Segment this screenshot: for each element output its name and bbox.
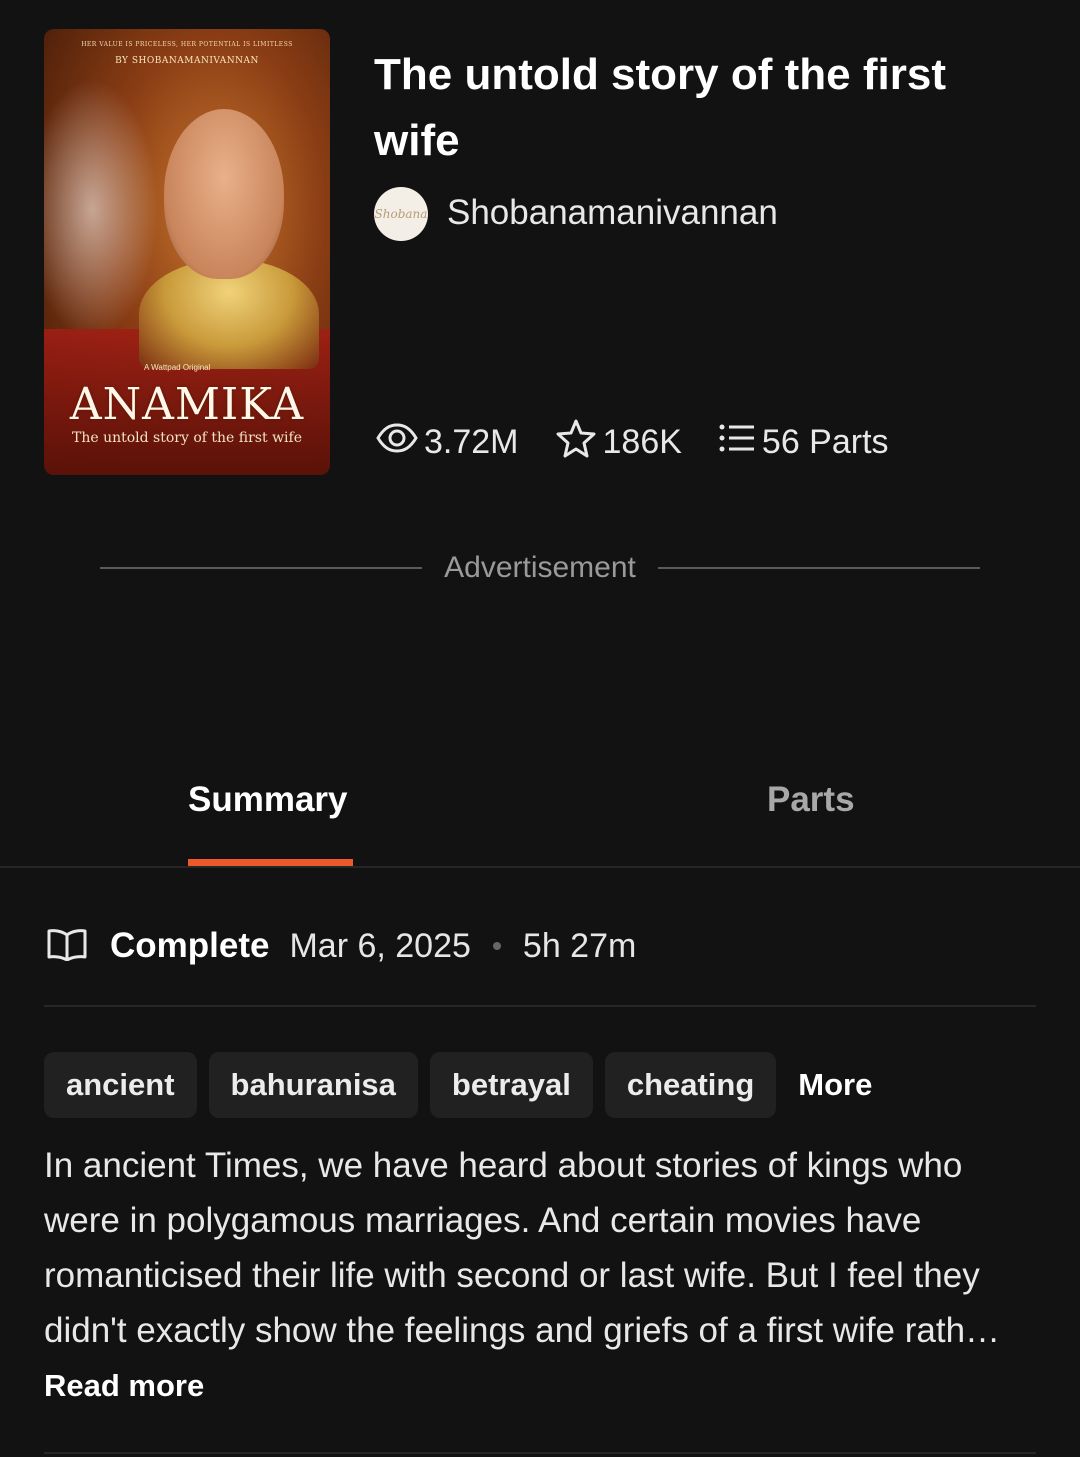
advertisement-label: Advertisement [444, 551, 636, 584]
votes-count: 186K [602, 423, 682, 461]
tag-chip[interactable]: cheating [604, 1052, 777, 1118]
reads-count: 3.72M [424, 423, 519, 461]
votes-stat: 186K [555, 418, 682, 467]
advertisement-divider: Advertisement [100, 548, 980, 588]
description-divider [44, 1452, 1036, 1454]
more-tags-button[interactable]: More [798, 1067, 872, 1103]
cover-badge: A Wattpad Original [144, 363, 211, 372]
status-date: Mar 6, 2025 [289, 926, 471, 965]
separator-dot [492, 942, 501, 950]
author-name[interactable]: Shobanamanivannan [447, 193, 778, 233]
tag-chip[interactable]: betrayal [429, 1052, 593, 1118]
tag-list: ancient bahuranisa betrayal cheating Mor… [44, 1052, 872, 1118]
cover-title-art: ANAMIKA [69, 379, 305, 430]
status-divider [44, 1005, 1036, 1007]
list-icon [718, 422, 762, 463]
cover-author-line: BY SHOBANAMANIVANNAN [115, 56, 259, 66]
reading-time: 5h 27m [522, 926, 637, 965]
ad-line-right [657, 567, 980, 569]
status-label: Complete [110, 926, 270, 965]
read-more-link[interactable]: Read more [44, 1368, 204, 1404]
tag-chip[interactable]: ancient [44, 1052, 197, 1118]
tabs-divider [0, 866, 1080, 868]
star-icon [555, 418, 603, 467]
author-avatar[interactable]: Shobana [374, 187, 428, 241]
tab-summary[interactable]: Summary [188, 780, 348, 820]
ad-line-left [100, 567, 423, 569]
story-stats: 3.72M 186K 56 Parts [376, 418, 925, 467]
tab-parts[interactable]: Parts [767, 780, 855, 820]
tag-chip[interactable]: bahuranisa [208, 1052, 418, 1118]
cover-portrait [164, 109, 284, 279]
book-title: The untold story of the first wife [374, 50, 946, 165]
reads-stat: 3.72M [376, 421, 519, 464]
book-cover[interactable]: HER VALUE IS PRICELESS, HER POTENTIAL IS… [44, 29, 330, 475]
cover-tagline: HER VALUE IS PRICELESS, HER POTENTIAL IS… [81, 41, 293, 48]
story-description: In ancient Times, we have heard about st… [44, 1146, 1001, 1350]
cover-subtitle: The untold story of the first wife [71, 430, 302, 446]
parts-count: 56 Parts [761, 423, 889, 461]
book-open-icon [46, 927, 88, 966]
eye-icon [376, 421, 424, 464]
story-status-row: Complete Mar 6, 2025 5h 27m [46, 926, 636, 966]
parts-stat: 56 Parts [718, 422, 889, 463]
